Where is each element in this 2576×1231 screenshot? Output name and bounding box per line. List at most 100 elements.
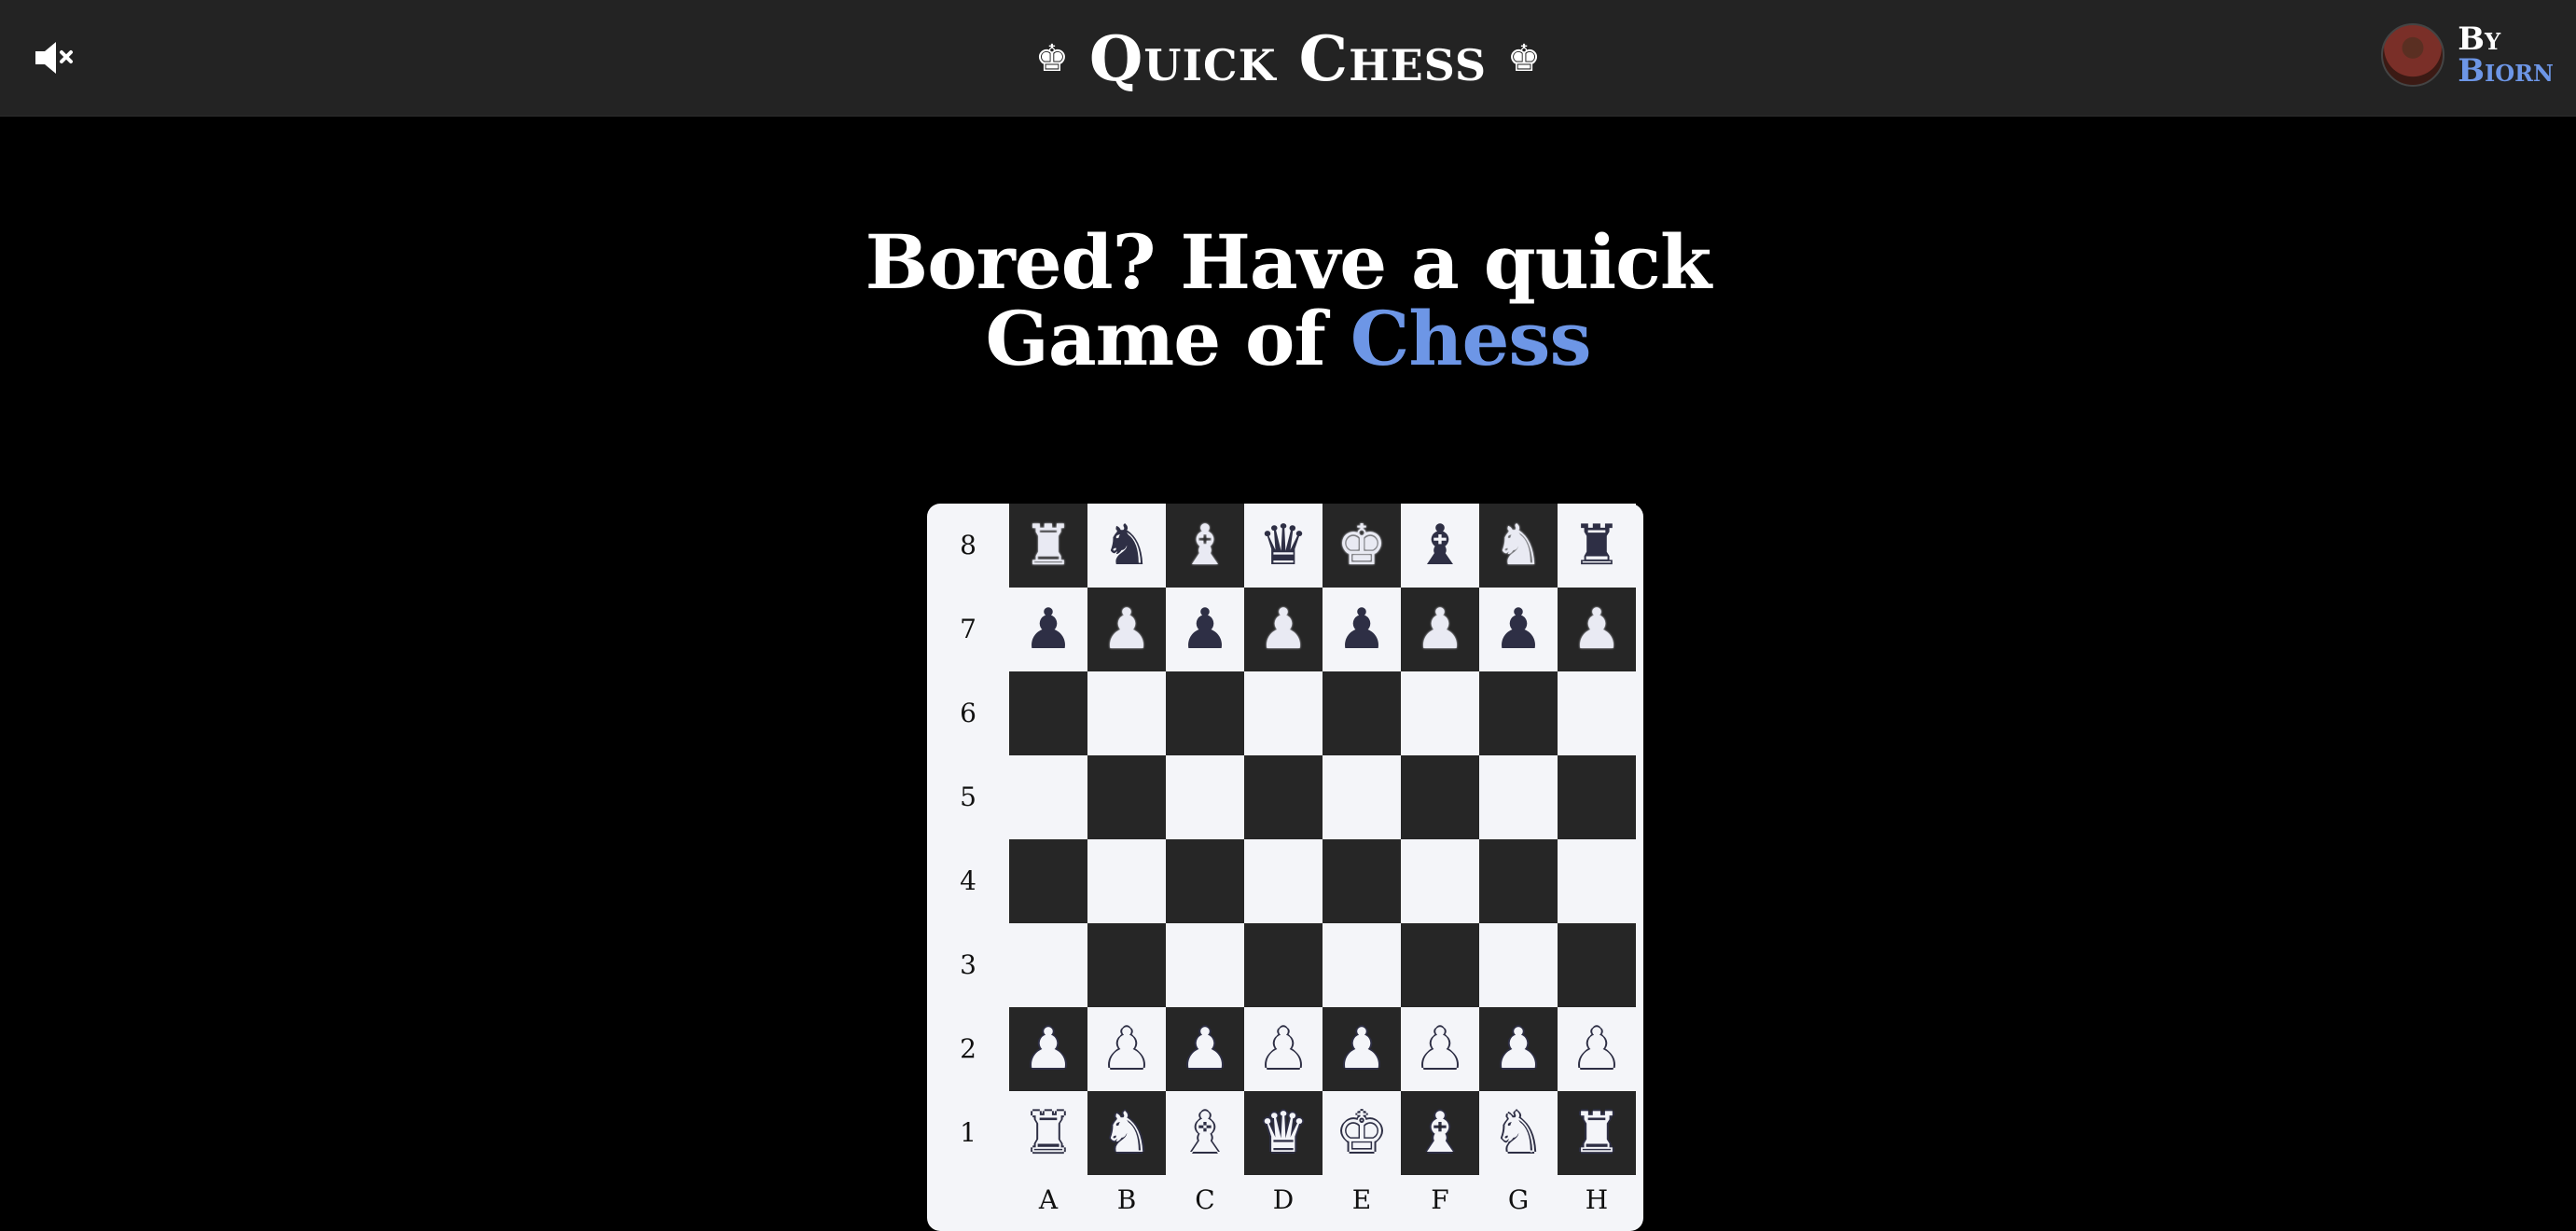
square-d1[interactable]: ♛ (1244, 1091, 1323, 1175)
square-h2[interactable]: ♟ (1558, 1007, 1636, 1091)
square-f7[interactable]: ♟ (1401, 588, 1479, 671)
square-e5[interactable] (1323, 755, 1401, 839)
square-h3[interactable] (1558, 923, 1636, 1007)
white-bishop-icon[interactable]: ♝ (1415, 1105, 1465, 1161)
square-c4[interactable] (1166, 839, 1244, 923)
black-knight-icon[interactable]: ♞ (1493, 518, 1544, 574)
black-pawn-icon[interactable]: ♟ (1101, 602, 1152, 657)
square-e1[interactable]: ♚ (1323, 1091, 1401, 1175)
square-f6[interactable] (1401, 671, 1479, 755)
square-f2[interactable]: ♟ (1401, 1007, 1479, 1091)
square-e4[interactable] (1323, 839, 1401, 923)
square-b5[interactable] (1087, 755, 1166, 839)
square-b2[interactable]: ♟ (1087, 1007, 1166, 1091)
square-e3[interactable] (1323, 923, 1401, 1007)
white-pawn-icon[interactable]: ♟ (1336, 1021, 1387, 1077)
square-f4[interactable] (1401, 839, 1479, 923)
square-e6[interactable] (1323, 671, 1401, 755)
white-pawn-icon[interactable]: ♟ (1572, 1021, 1622, 1077)
white-pawn-icon[interactable]: ♟ (1101, 1021, 1152, 1077)
square-c8[interactable]: ♝ (1166, 504, 1244, 588)
black-rook-icon[interactable]: ♜ (1572, 518, 1622, 574)
square-g3[interactable] (1479, 923, 1558, 1007)
square-a8[interactable]: ♜ (1009, 504, 1087, 588)
white-pawn-icon[interactable]: ♟ (1415, 1021, 1465, 1077)
square-h6[interactable] (1558, 671, 1636, 755)
square-f3[interactable] (1401, 923, 1479, 1007)
white-king-icon[interactable]: ♚ (1336, 1105, 1387, 1161)
square-b1[interactable]: ♞ (1087, 1091, 1166, 1175)
square-a6[interactable] (1009, 671, 1087, 755)
white-rook-icon[interactable]: ♜ (1572, 1105, 1622, 1161)
black-rook-icon[interactable]: ♜ (1023, 518, 1073, 574)
square-b3[interactable] (1087, 923, 1166, 1007)
square-b7[interactable]: ♟ (1087, 588, 1166, 671)
black-pawn-icon[interactable]: ♟ (1180, 602, 1230, 657)
square-g5[interactable] (1479, 755, 1558, 839)
square-h7[interactable]: ♟ (1558, 588, 1636, 671)
square-d3[interactable] (1244, 923, 1323, 1007)
white-knight-icon[interactable]: ♞ (1101, 1105, 1152, 1161)
black-pawn-icon[interactable]: ♟ (1336, 602, 1387, 657)
avatar[interactable] (2381, 23, 2445, 87)
author-name[interactable]: Biorn (2458, 55, 2554, 87)
app-brand[interactable]: ♚ Quick Chess ♚ (0, 17, 2576, 101)
square-c6[interactable] (1166, 671, 1244, 755)
square-c5[interactable] (1166, 755, 1244, 839)
black-pawn-icon[interactable]: ♟ (1572, 602, 1622, 657)
square-a2[interactable]: ♟ (1009, 1007, 1087, 1091)
square-c1[interactable]: ♝ (1166, 1091, 1244, 1175)
square-d8[interactable]: ♛ (1244, 504, 1323, 588)
square-a1[interactable]: ♜ (1009, 1091, 1087, 1175)
square-g2[interactable]: ♟ (1479, 1007, 1558, 1091)
square-d4[interactable] (1244, 839, 1323, 923)
black-knight-icon[interactable]: ♞ (1101, 518, 1152, 574)
square-b4[interactable] (1087, 839, 1166, 923)
square-g6[interactable] (1479, 671, 1558, 755)
square-d7[interactable]: ♟ (1244, 588, 1323, 671)
square-h4[interactable] (1558, 839, 1636, 923)
square-f1[interactable]: ♝ (1401, 1091, 1479, 1175)
white-pawn-icon[interactable]: ♟ (1258, 1021, 1309, 1077)
square-d2[interactable]: ♟ (1244, 1007, 1323, 1091)
square-d5[interactable] (1244, 755, 1323, 839)
square-a4[interactable] (1009, 839, 1087, 923)
square-f5[interactable] (1401, 755, 1479, 839)
white-pawn-icon[interactable]: ♟ (1180, 1021, 1230, 1077)
square-b8[interactable]: ♞ (1087, 504, 1166, 588)
chess-board[interactable]: ♜ ♞ ♝ ♛ ♚ ♝ ♞ ♜ ♟ ♟ ♟ ♟ ♟ ♟ ♟ ♟ ♟ ♟ ♟ ♟ ♟ ♟ ♟ ♟ ♜ ♞ ♝ ♛ ♚ ♝ ♞ ♜ (1009, 504, 1636, 1175)
square-c3[interactable] (1166, 923, 1244, 1007)
black-pawn-icon[interactable]: ♟ (1493, 602, 1544, 657)
square-g8[interactable]: ♞ (1479, 504, 1558, 588)
white-knight-icon[interactable]: ♞ (1493, 1105, 1544, 1161)
black-pawn-icon[interactable]: ♟ (1415, 602, 1465, 657)
square-g7[interactable]: ♟ (1479, 588, 1558, 671)
black-pawn-icon[interactable]: ♟ (1023, 602, 1073, 657)
black-pawn-icon[interactable]: ♟ (1258, 602, 1309, 657)
white-bishop-icon[interactable]: ♝ (1180, 1105, 1230, 1161)
black-bishop-icon[interactable]: ♝ (1180, 518, 1230, 574)
author-link[interactable]: By Biorn (2381, 22, 2554, 88)
black-king-icon[interactable]: ♚ (1336, 518, 1387, 574)
square-a3[interactable] (1009, 923, 1087, 1007)
square-h8[interactable]: ♜ (1558, 504, 1636, 588)
square-b6[interactable] (1087, 671, 1166, 755)
square-d6[interactable] (1244, 671, 1323, 755)
white-pawn-icon[interactable]: ♟ (1493, 1021, 1544, 1077)
black-queen-icon[interactable]: ♛ (1258, 518, 1309, 574)
black-bishop-icon[interactable]: ♝ (1415, 518, 1465, 574)
square-a5[interactable] (1009, 755, 1087, 839)
square-h1[interactable]: ♜ (1558, 1091, 1636, 1175)
square-c2[interactable]: ♟ (1166, 1007, 1244, 1091)
white-pawn-icon[interactable]: ♟ (1023, 1021, 1073, 1077)
square-e8[interactable]: ♚ (1323, 504, 1401, 588)
white-queen-icon[interactable]: ♛ (1258, 1105, 1309, 1161)
square-a7[interactable]: ♟ (1009, 588, 1087, 671)
white-rook-icon[interactable]: ♜ (1023, 1105, 1073, 1161)
square-g1[interactable]: ♞ (1479, 1091, 1558, 1175)
square-g4[interactable] (1479, 839, 1558, 923)
square-c7[interactable]: ♟ (1166, 588, 1244, 671)
square-h5[interactable] (1558, 755, 1636, 839)
square-f8[interactable]: ♝ (1401, 504, 1479, 588)
square-e2[interactable]: ♟ (1323, 1007, 1401, 1091)
